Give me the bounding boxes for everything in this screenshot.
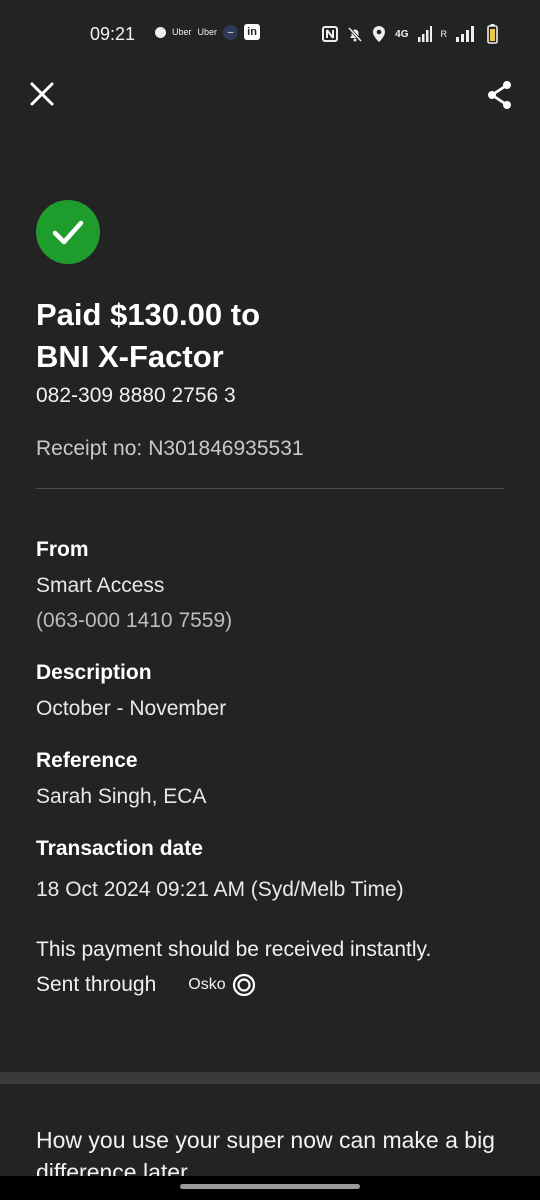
- app-notification-icon: –: [223, 24, 239, 40]
- payment-notice: This payment should be received instantl…: [36, 938, 432, 961]
- transaction-date-label: Transaction date: [36, 837, 203, 860]
- divider: [36, 488, 504, 489]
- receipt-number: Receipt no: N301846935531: [36, 437, 304, 461]
- mute-bell-icon: [348, 26, 363, 42]
- description-label: Description: [36, 661, 152, 684]
- message-icon: [155, 26, 166, 38]
- location-icon: [373, 26, 386, 42]
- linkedin-icon: in: [244, 24, 261, 40]
- receipt-label: Receipt no:: [36, 437, 143, 460]
- reference-label: Reference: [36, 749, 138, 772]
- uber-notification-2: Uber: [197, 27, 218, 37]
- signal-icon-2: [456, 26, 474, 42]
- from-account-name: Smart Access: [36, 574, 165, 597]
- nfc-icon: [322, 26, 339, 42]
- share-icon[interactable]: [486, 80, 514, 110]
- reference-value: Sarah Singh, ECA: [36, 785, 207, 808]
- description-value: October - November: [36, 697, 227, 720]
- payment-amount-line: Paid $130.00 to: [36, 297, 261, 332]
- status-time: 09:21: [90, 24, 136, 44]
- from-account-number: (063-000 1410 7559): [36, 609, 233, 632]
- super-promo-text[interactable]: How you use your super now can make a bi…: [36, 1124, 506, 1176]
- payee-name: BNI X-Factor: [36, 339, 224, 374]
- roaming-icon: R: [440, 29, 448, 39]
- sent-through-row: Sent through Osko: [36, 973, 256, 997]
- notification-icons: Uber Uber – in: [155, 24, 261, 40]
- osko-label: Osko: [188, 976, 226, 993]
- receipt-value: N301846935531: [148, 437, 304, 460]
- section-separator: [0, 1072, 540, 1084]
- payee-account-number: 082-309 8880 2756 3: [36, 384, 236, 407]
- network-type-icon: 4G: [395, 28, 409, 40]
- sent-through-label: Sent through: [36, 973, 157, 996]
- navigation-bar: [0, 1176, 540, 1200]
- from-label: From: [36, 538, 89, 561]
- transaction-date-value: 18 Oct 2024 09:21 AM (Syd/Melb Time): [36, 878, 404, 901]
- osko-icon: [232, 973, 255, 997]
- close-icon[interactable]: [28, 80, 56, 108]
- osko-logo: Osko: [188, 973, 255, 997]
- home-indicator[interactable]: [180, 1184, 360, 1189]
- success-check-icon: [36, 200, 100, 264]
- signal-icon-1: [417, 26, 432, 42]
- battery-icon: [487, 24, 498, 44]
- system-icons: 4G R: [322, 24, 498, 44]
- payment-title: Paid $130.00 to BNI X-Factor: [36, 294, 506, 378]
- status-bar: 09:21 Uber Uber – in 4G R: [0, 0, 540, 70]
- uber-notification-1: Uber: [172, 27, 192, 37]
